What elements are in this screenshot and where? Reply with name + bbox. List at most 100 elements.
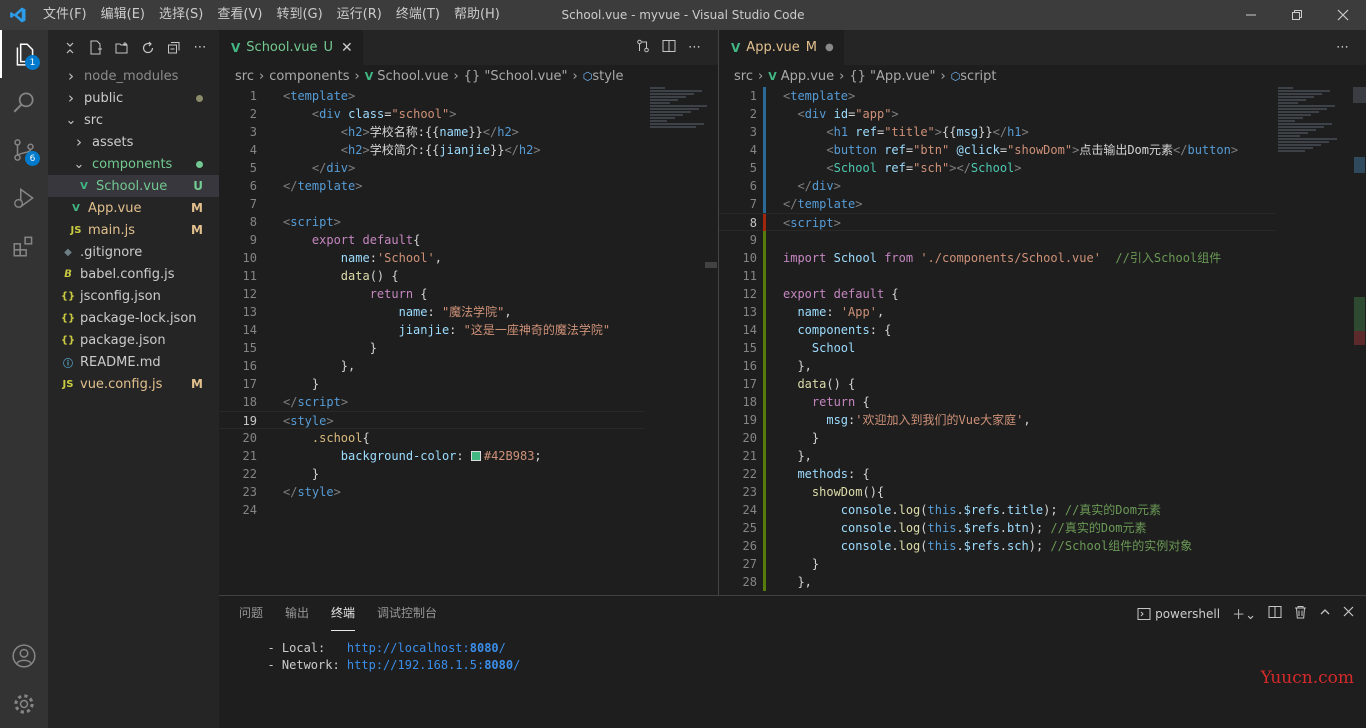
tree-item[interactable]: {} jsconfig.json	[48, 285, 219, 307]
code-token: "sch"	[913, 161, 950, 175]
local-url[interactable]: http://localhost:	[347, 641, 470, 655]
tree-item[interactable]: ⓘ README.md	[48, 351, 219, 373]
close-window-button[interactable]	[1320, 0, 1366, 30]
search-activity[interactable]	[0, 78, 48, 126]
breadcrumb-item[interactable]: App.vue	[781, 69, 834, 84]
code-token: }}	[978, 125, 993, 139]
right-code-editor[interactable]: 1 <template> 2 <div id="app"> 3 <h1 ref="ti…	[719, 87, 1276, 595]
source-control-activity[interactable]: 6	[0, 126, 48, 174]
left-minimap[interactable]	[650, 87, 710, 129]
more-actions-icon[interactable]: ⋯	[192, 40, 208, 56]
left-scrollbar[interactable]	[705, 262, 717, 268]
code-line: 25 console.log(this.$refs.btn); //真实的Dom…	[719, 519, 1276, 537]
tree-item[interactable]: › assets	[48, 131, 219, 153]
minimap-line	[1278, 111, 1319, 113]
explorer-activity[interactable]: 1	[0, 30, 48, 78]
breadcrumb-item[interactable]: src	[734, 69, 753, 84]
more-actions-icon[interactable]: ⋯	[688, 40, 701, 55]
line-number: 24	[242, 503, 257, 517]
code-line: 15 School	[719, 339, 1276, 357]
menu-item[interactable]: 文件(F)	[36, 0, 94, 30]
dirty-indicator-icon[interactable]: ●	[825, 42, 834, 53]
tree-item[interactable]: ◆ .gitignore	[48, 241, 219, 263]
right-overview-ruler[interactable]	[1353, 87, 1366, 595]
code-token: <	[826, 125, 834, 139]
menu-item[interactable]: 查看(V)	[210, 0, 269, 30]
tree-item[interactable]: V App.vue M	[48, 197, 219, 219]
more-actions-icon[interactable]: ⋯	[1336, 40, 1349, 55]
color-swatch[interactable]	[470, 451, 481, 461]
menu-item[interactable]: 终端(T)	[389, 0, 447, 30]
panel-tab[interactable]: 调试控制台	[377, 596, 437, 631]
panel-tab[interactable]: 输出	[285, 596, 309, 631]
tree-item[interactable]: › node_modules	[48, 65, 219, 87]
tree-item[interactable]: JS vue.config.js M	[48, 373, 219, 395]
code-line: 11	[719, 267, 1276, 285]
terminal-output[interactable]: - Local: http://localhost:8080/ - Networ…	[253, 640, 520, 674]
code-line: 6 </div>	[719, 177, 1276, 195]
code-token: :	[449, 323, 464, 337]
menu-item[interactable]: 编辑(E)	[94, 0, 152, 30]
breadcrumb-item[interactable]: src	[235, 69, 254, 84]
new-file-icon[interactable]	[88, 40, 104, 56]
tree-item[interactable]: › public	[48, 87, 219, 109]
code-line: 27 }	[719, 555, 1276, 573]
network-url[interactable]: http://192.168.1.5:	[347, 658, 484, 672]
breadcrumb-item[interactable]: School.vue	[377, 69, 448, 84]
breadcrumb-item[interactable]: components	[269, 69, 349, 84]
code-text: <div id="app">	[783, 105, 898, 123]
menu-item[interactable]: 运行(R)	[330, 0, 389, 30]
open-changes-icon[interactable]	[636, 39, 650, 57]
menu-item[interactable]: 选择(S)	[152, 0, 210, 30]
refresh-icon[interactable]	[140, 40, 156, 56]
tree-item[interactable]: {} package.json	[48, 329, 219, 351]
new-terminal-icon[interactable]: ＋⌄	[1232, 604, 1256, 623]
minimize-button[interactable]	[1228, 0, 1274, 30]
tree-item[interactable]: V School.vue U	[48, 175, 219, 197]
run-debug-activity[interactable]	[0, 174, 48, 222]
restore-button[interactable]	[1274, 0, 1320, 30]
minimap-line	[1278, 93, 1322, 95]
tree-item[interactable]: ⌄ components	[48, 153, 219, 175]
git-gutter-marker	[763, 123, 766, 141]
minimap-line	[650, 111, 691, 113]
tree-item[interactable]: JS main.js M	[48, 219, 219, 241]
breadcrumb-item[interactable]: style	[592, 69, 623, 84]
tree-item[interactable]: 𝘽babel.config.js	[48, 263, 219, 285]
new-folder-icon[interactable]	[114, 40, 130, 56]
menu-item[interactable]: 转到(G)	[269, 0, 329, 30]
code-token: </	[992, 125, 1008, 139]
collapse-folders-icon[interactable]	[62, 40, 78, 56]
breadcrumb-item[interactable]: script	[960, 69, 996, 84]
extensions-activity[interactable]	[0, 222, 48, 270]
tab-app-vue[interactable]: V App.vue M ●	[719, 30, 844, 65]
panel-tab[interactable]: 问题	[239, 596, 263, 631]
tab-school-vue[interactable]: V School.vue U ✕	[219, 30, 363, 65]
collapse-all-icon[interactable]	[166, 40, 182, 56]
code-line: 2 <div id="app">	[719, 105, 1276, 123]
maximize-panel-icon[interactable]	[1319, 606, 1331, 622]
code-token: =	[999, 143, 1008, 157]
chevron-right-icon: ›	[258, 68, 265, 84]
code-line: 1 <template>	[719, 87, 1276, 105]
tree-item[interactable]: ⌄ src	[48, 109, 219, 131]
right-minimap[interactable]	[1278, 87, 1350, 153]
breadcrumb-item[interactable]: {} "App.vue"	[849, 69, 935, 84]
close-tab-icon[interactable]: ✕	[341, 40, 353, 56]
code-text: <template>	[283, 87, 355, 105]
manage-activity[interactable]	[0, 680, 48, 728]
panel-tab[interactable]: 终端	[331, 596, 356, 631]
accounts-activity[interactable]	[0, 632, 48, 680]
kill-terminal-icon[interactable]	[1294, 605, 1307, 623]
code-line: 10 name:'School',	[219, 249, 645, 267]
terminal-selector[interactable]: powershell	[1137, 607, 1220, 621]
tree-item[interactable]: {} package-lock.json	[48, 307, 219, 329]
code-token: "school"	[391, 107, 450, 121]
menu-item[interactable]: 帮助(H)	[447, 0, 507, 30]
left-code-editor[interactable]: 1 <template> 2 <div class="school"> 3 <h2>学…	[219, 87, 645, 595]
git-gutter-marker	[763, 303, 766, 321]
split-editor-icon[interactable]	[662, 39, 676, 57]
close-panel-icon[interactable]	[1343, 606, 1354, 621]
split-terminal-icon[interactable]	[1268, 605, 1282, 623]
breadcrumb-item[interactable]: {} "School.vue"	[464, 69, 568, 84]
